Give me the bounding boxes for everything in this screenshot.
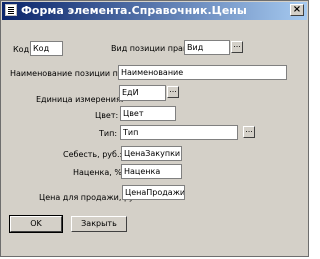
unit-label: Единица измерения:: [36, 95, 124, 104]
cost-label: Себесть, руб.:: [63, 150, 123, 159]
ok-button[interactable]: OK: [9, 215, 63, 233]
unit-select-button[interactable]: ...: [167, 86, 179, 98]
price-item-name-input[interactable]: Наименование: [118, 65, 287, 80]
unit-input[interactable]: ЕдИ: [119, 85, 166, 101]
type-input[interactable]: Тип: [120, 125, 238, 140]
type-label: Тип:: [99, 129, 118, 138]
code-input[interactable]: Код: [30, 41, 63, 56]
title-bar[interactable]: Форма элемента.Справочник.Цены ×: [2, 2, 307, 20]
color-input[interactable]: Цвет: [120, 106, 176, 121]
form-window: Форма элемента.Справочник.Цены × Код: Ко…: [0, 0, 309, 257]
type-select-button[interactable]: ...: [243, 126, 255, 138]
cost-input[interactable]: ЦенаЗакупки: [121, 146, 182, 161]
close-window-button[interactable]: ×: [290, 4, 304, 16]
price-item-kind-select-button[interactable]: ...: [231, 41, 243, 53]
code-label: Код:: [13, 45, 32, 54]
close-button[interactable]: Закрыть: [71, 216, 127, 232]
window-title: Форма элемента.Справочник.Цены: [21, 4, 247, 17]
markup-input[interactable]: Наценка: [121, 164, 182, 179]
color-label: Цвет:: [95, 111, 119, 120]
markup-label: Наценка, %:: [73, 168, 125, 177]
sale-price-input[interactable]: ЦенаПродажи: [122, 185, 185, 200]
form-icon: [5, 4, 17, 16]
price-item-kind-input[interactable]: Вид: [184, 40, 230, 55]
